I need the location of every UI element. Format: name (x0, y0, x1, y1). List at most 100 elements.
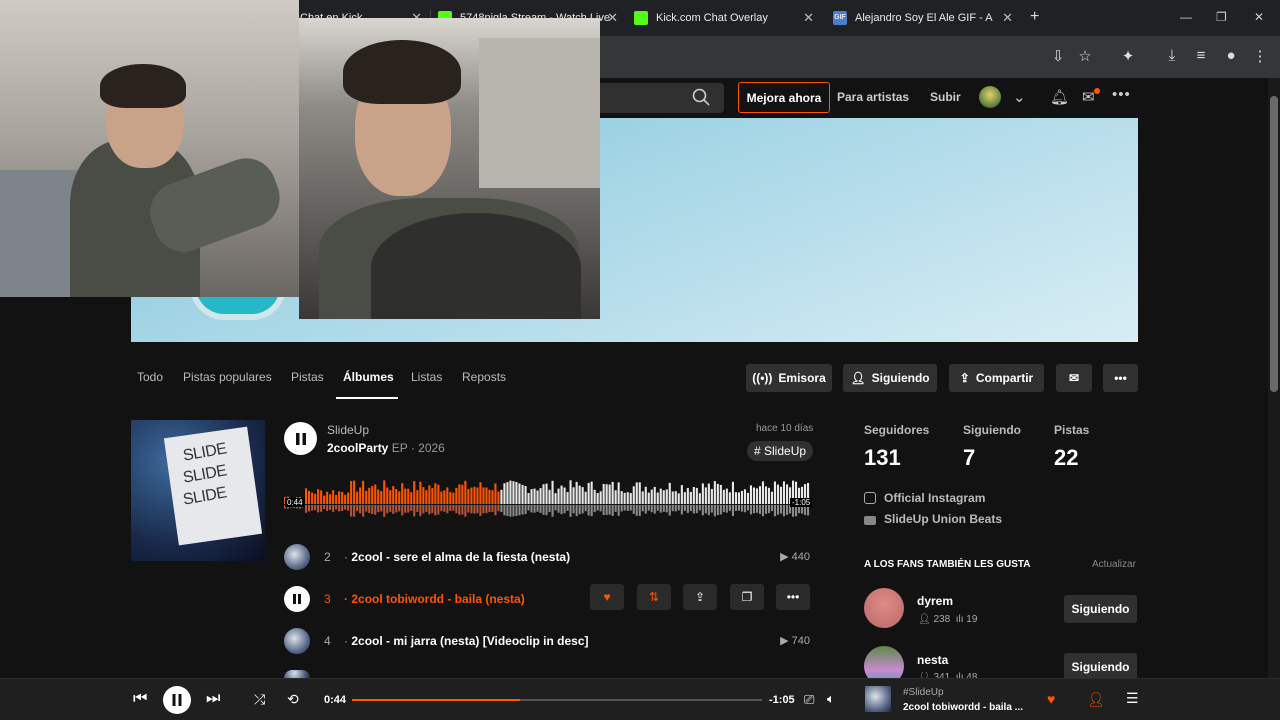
tracks-count[interactable]: 22 (1054, 445, 1078, 471)
tracks-label[interactable]: Pistas (1054, 423, 1089, 437)
new-tab-icon[interactable]: + (1030, 8, 1039, 26)
more-icon[interactable]: ••• (1112, 86, 1131, 103)
close-icon[interactable]: ✕ (1002, 10, 1013, 26)
waveform-bar (629, 493, 632, 504)
upgrade-button[interactable]: Mejora ahora (738, 82, 830, 113)
heart-icon[interactable]: ♥ (1047, 691, 1055, 707)
pause-button[interactable] (284, 422, 317, 455)
download-icon[interactable]: ⤓ (1162, 47, 1182, 64)
waveform-reflection (644, 505, 647, 514)
media-control-icon[interactable]: ≡ (1191, 47, 1211, 64)
waveform-bar (713, 481, 716, 504)
mail-icon[interactable]: ✉ (1082, 88, 1095, 106)
following-button[interactable]: 👤︎ Siguiendo (843, 364, 937, 392)
instagram-link[interactable]: Official Instagram (864, 491, 985, 505)
browser-tab[interactable]: Kick.com Chat Overlay ✕ (634, 0, 820, 36)
fan-name[interactable]: dyrem (917, 594, 953, 608)
copy-link-button[interactable]: ❐ (730, 584, 764, 610)
waveform-bar (786, 484, 789, 504)
now-playing-artwork[interactable] (865, 686, 891, 712)
next-icon[interactable]: ⏭︎ (206, 690, 220, 708)
profile-icon[interactable]: ● (1221, 47, 1241, 64)
chevron-down-icon[interactable]: ⌄ (1013, 88, 1026, 106)
queue-icon[interactable]: ☰ (1126, 690, 1139, 707)
following-count[interactable]: 7 (963, 445, 975, 471)
install-icon[interactable]: ⇩ (1048, 47, 1068, 65)
more-button[interactable]: ••• (1103, 364, 1138, 392)
close-icon[interactable]: ✕ (607, 10, 618, 26)
previous-icon[interactable]: ⏮︎ (133, 690, 147, 708)
fan-avatar[interactable] (864, 588, 904, 628)
station-button[interactable]: ((•)) Emisora (746, 364, 832, 392)
scrollbar-thumb[interactable] (1270, 96, 1278, 392)
fan-name[interactable]: nesta (917, 653, 948, 667)
waveform-bar (746, 492, 749, 504)
refresh-link[interactable]: Actualizar (1092, 559, 1136, 570)
followers-count[interactable]: 131 (864, 445, 901, 471)
followers-label[interactable]: Seguidores (864, 423, 929, 437)
like-button[interactable]: ♥ (590, 584, 624, 610)
following-label[interactable]: Siguiendo (963, 423, 1021, 437)
close-icon[interactable]: ✕ (803, 10, 814, 26)
bell-icon[interactable]: 🔔︎ (1050, 88, 1069, 106)
waveform-reflection (476, 505, 479, 514)
waveform-reflection (656, 505, 659, 511)
following-button[interactable]: Siguiendo (1064, 595, 1137, 623)
follow-user-icon[interactable]: 👤︎ (1087, 691, 1105, 708)
browser-menu-icon[interactable]: ⋮ (1250, 47, 1270, 65)
album-artist[interactable]: SlideUp (327, 423, 369, 437)
track-row[interactable]: 3 · 2cool tobiwordd - baila (nesta) ♥ ⇅ … (284, 584, 810, 614)
share-button[interactable]: ⇪ (683, 584, 717, 610)
now-playing-title[interactable]: 2cool tobiwordd - baila ... (903, 702, 1023, 713)
message-button[interactable]: ✉ (1056, 364, 1092, 392)
player-pause-button[interactable] (163, 686, 191, 714)
bookmark-star-icon[interactable]: ☆ (1075, 47, 1095, 65)
extensions-icon[interactable]: ✦ (1118, 47, 1138, 65)
fan-stats: 👤︎ 238 ılı 19 (918, 614, 977, 625)
volume-icon[interactable]: 🔈︎ (827, 691, 835, 707)
repost-button[interactable]: ⇅ (637, 584, 671, 610)
waveform-bar (461, 484, 464, 504)
track-pause-button[interactable] (284, 586, 310, 612)
youtube-link[interactable]: SlideUp Union Beats (864, 512, 1002, 526)
progress-bar[interactable] (352, 699, 762, 701)
cast-icon[interactable]: ⎚ (804, 692, 814, 708)
album-artwork[interactable]: SLIDE SLIDE SLIDE (131, 420, 265, 561)
tab-tracks[interactable]: Pistas (291, 370, 324, 384)
tab-all[interactable]: Todo (137, 370, 163, 384)
track-row[interactable]: 4 · 2cool - mi jarra (nesta) [Videoclip … (284, 626, 810, 656)
upload-link[interactable]: Subir (930, 90, 961, 104)
youtube-icon (864, 516, 876, 525)
waveform-reflection (611, 505, 614, 516)
waveform[interactable] (284, 474, 810, 524)
shuffle-icon[interactable]: ⤮ (254, 691, 265, 708)
repeat-icon[interactable]: ⟲ (287, 691, 299, 708)
following-button[interactable]: Siguiendo (1064, 653, 1137, 681)
waveform-reflection (455, 505, 458, 514)
waveform-reflection (488, 505, 491, 513)
waveform-reflection (449, 505, 452, 511)
waveform-bar (443, 490, 446, 504)
tab-albums[interactable]: Álbumes (343, 370, 394, 384)
for-artists-link[interactable]: Para artistas (837, 90, 909, 104)
album-title[interactable]: 2coolParty EP · 2026 (327, 441, 445, 455)
waveform-reflection (404, 505, 407, 513)
album-tag[interactable]: # SlideUp (747, 441, 814, 461)
minimize-icon[interactable]: — (1180, 10, 1192, 24)
waveform-reflection (704, 505, 707, 514)
track-title[interactable]: · 2cool tobiwordd - baila (nesta) (344, 592, 525, 606)
tab-playlists[interactable]: Listas (411, 370, 442, 384)
window-close-icon[interactable]: ✕ (1254, 10, 1264, 24)
more-button[interactable]: ••• (776, 584, 810, 610)
track-row[interactable]: 2 · 2cool - sere el alma de la fiesta (n… (284, 542, 810, 572)
maximize-icon[interactable]: ❐ (1216, 10, 1227, 24)
track-title[interactable]: · 2cool - sere el alma de la fiesta (nes… (344, 550, 570, 564)
tab-reposts[interactable]: Reposts (462, 370, 506, 384)
search-icon[interactable] (692, 88, 710, 106)
track-title[interactable]: · 2cool - mi jarra (nesta) [Videoclip in… (344, 634, 589, 648)
browser-tab[interactable]: GIF Alejandro Soy El Ale GIF - Alejan ✕ (833, 0, 1019, 36)
now-playing-artist[interactable]: #SlideUp (903, 687, 944, 698)
user-avatar[interactable] (979, 86, 1001, 108)
tab-popular-tracks[interactable]: Pistas populares (183, 370, 272, 384)
share-button[interactable]: ⇪ Compartir (949, 364, 1044, 392)
